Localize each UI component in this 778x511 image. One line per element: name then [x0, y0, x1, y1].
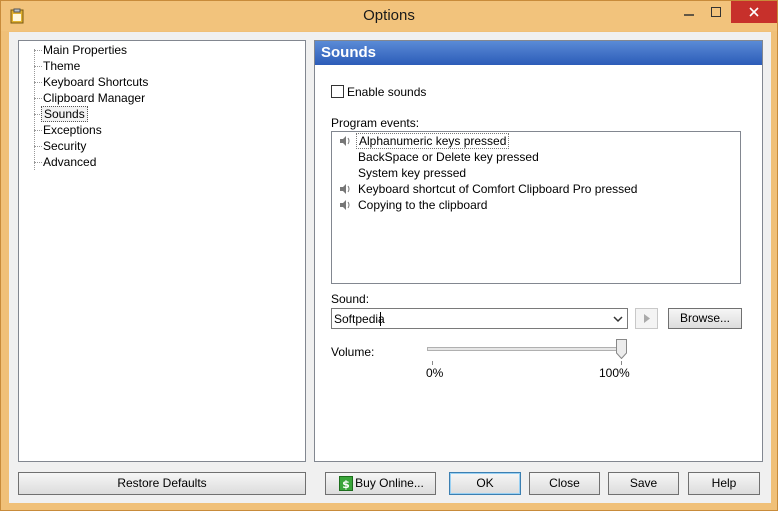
sidebar-item-main-properties[interactable]: Main Properties [41, 42, 129, 58]
sidebar-item-exceptions[interactable]: Exceptions [41, 122, 104, 138]
close-button[interactable]: Close [529, 472, 600, 495]
event-item-backspace-delete[interactable]: BackSpace or Delete key pressed [356, 149, 541, 165]
event-item-system-key[interactable]: System key pressed [356, 165, 468, 181]
ok-button[interactable]: OK [449, 472, 521, 495]
sidebar-item-advanced[interactable]: Advanced [41, 154, 98, 170]
event-item-alphanumeric-keys[interactable]: Alphanumeric keys pressed [356, 133, 510, 149]
minimize-button[interactable] [676, 1, 702, 23]
browse-button[interactable]: Browse... [668, 308, 742, 329]
sidebar-item-clipboard-manager[interactable]: Clipboard Manager [41, 90, 147, 106]
program-events-label: Program events: [331, 116, 420, 130]
text-caret [380, 312, 381, 326]
settings-tree[interactable]: Main Properties Theme Keyboard Shortcuts… [18, 40, 306, 462]
volume-tick-max [621, 361, 622, 365]
tree-connector [34, 49, 35, 170]
play-icon [644, 314, 650, 323]
sounds-panel: Sounds Enable sounds Program events: Alp… [314, 40, 763, 462]
volume-tick-min [432, 361, 433, 365]
title-bar[interactable]: Options [1, 1, 777, 31]
close-window-button[interactable] [731, 1, 777, 23]
options-window: Options Main Properties Theme Keyboard S… [0, 0, 778, 511]
speaker-icon [340, 200, 350, 210]
event-item-keyboard-shortcut[interactable]: Keyboard shortcut of Comfort Clipboard P… [356, 181, 639, 197]
sidebar-item-security[interactable]: Security [41, 138, 88, 154]
event-item-copying-clipboard[interactable]: Copying to the clipboard [356, 197, 489, 213]
volume-slider-thumb[interactable] [616, 339, 627, 359]
sound-select-value: Softpedia [334, 312, 385, 326]
program-events-list[interactable]: Alphanumeric keys pressed BackSpace or D… [331, 131, 741, 284]
play-sound-button[interactable] [635, 308, 658, 329]
sound-label: Sound: [331, 292, 370, 306]
panel-title: Sounds [315, 41, 762, 65]
volume-max-label: 100% [599, 366, 630, 380]
enable-sounds-checkbox[interactable] [331, 85, 344, 98]
maximize-icon [711, 7, 721, 17]
volume-slider-track[interactable] [427, 347, 627, 351]
chevron-down-icon[interactable] [611, 311, 625, 326]
save-button[interactable]: Save [608, 472, 679, 495]
window-title: Options [363, 7, 415, 24]
maximize-button[interactable] [703, 1, 729, 23]
sidebar-item-sounds[interactable]: Sounds [41, 106, 88, 122]
minimize-icon [684, 14, 694, 16]
close-icon [749, 7, 759, 17]
sound-select[interactable]: Softpedia [331, 308, 628, 329]
sidebar-item-theme[interactable]: Theme [41, 58, 82, 74]
restore-defaults-button[interactable]: Restore Defaults [18, 472, 306, 495]
svg-text:$: $ [342, 478, 350, 491]
dialog-client-area: Main Properties Theme Keyboard Shortcuts… [9, 32, 771, 503]
speaker-icon [340, 184, 350, 194]
sidebar-item-keyboard-shortcuts[interactable]: Keyboard Shortcuts [41, 74, 150, 90]
enable-sounds-label[interactable]: Enable sounds [347, 85, 426, 99]
help-button[interactable]: Help [688, 472, 760, 495]
buy-online-button[interactable]: $ Buy Online... [325, 472, 436, 495]
volume-min-label: 0% [426, 366, 444, 380]
dollar-icon: $ [339, 476, 353, 491]
speaker-icon [340, 136, 350, 146]
volume-label: Volume: [331, 345, 375, 359]
